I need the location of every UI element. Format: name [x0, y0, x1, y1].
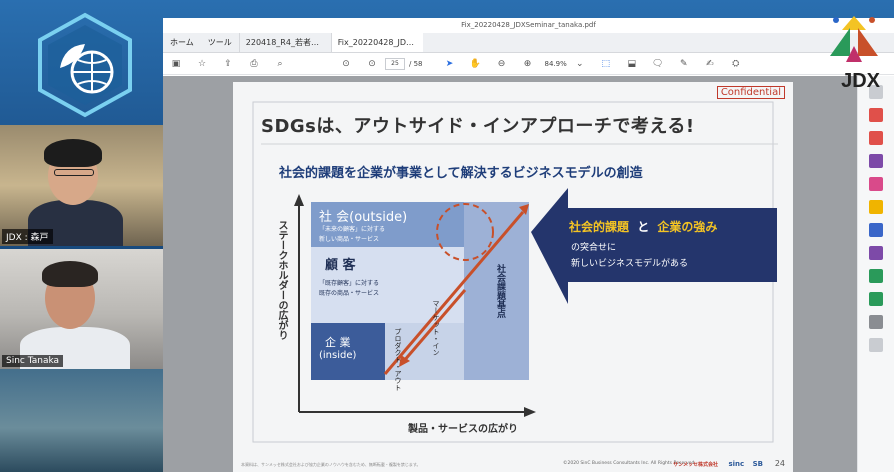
outside-desc-2: 新しい商品・サービス [319, 236, 380, 243]
organize-pages-icon[interactable] [869, 154, 883, 168]
zoom-out-icon[interactable]: ⊖ [495, 59, 509, 69]
jdx-label: JDX [841, 70, 880, 92]
sunmesse-logo: サンメッセ株式会社 [673, 462, 719, 468]
zoom-level[interactable]: 84.9% [545, 60, 567, 68]
tab-label: 220418_R4_若者… [245, 38, 319, 47]
document-viewport[interactable]: Confidential SDGsは、アウトサイド・インアプローチで考える! 社… [163, 76, 857, 472]
sb-logo: SB [752, 460, 763, 468]
print-icon[interactable]: ⎙ [247, 59, 261, 69]
social-base-label: 社会課題基点 [495, 264, 505, 318]
sign-icon[interactable]: ✍ [703, 59, 717, 69]
market-in-label: マーケット・イン [432, 300, 440, 356]
edit-pdf-icon[interactable] [869, 177, 883, 191]
footer-note: 本資料は、サンメッセ株式会社および協力企業のノウハウを含むため、無断転載・複製を… [241, 462, 421, 467]
outside-label: 社 会(outside) [319, 210, 408, 225]
hand-icon[interactable]: ✋ [469, 59, 483, 69]
protect-icon[interactable] [869, 292, 883, 306]
participant-name-label: Sinc Tanaka [2, 355, 64, 367]
customer-label: 顧 客 [325, 258, 356, 273]
sinc-logo: sinc [728, 460, 745, 468]
inside-label-1: 企 業 [325, 336, 351, 349]
bookmark-star-icon[interactable]: ☆ [195, 59, 209, 69]
more-tools-icon[interactable] [869, 315, 883, 329]
fill-sign-icon[interactable] [869, 246, 883, 260]
slide-page-number: 24 [774, 459, 785, 468]
page-down-icon[interactable]: ⊙ [365, 59, 379, 69]
arrow-text-line-1: 社会的課題 と 企業の強み [569, 218, 717, 235]
scroll-mode-icon[interactable]: ⬓ [625, 59, 639, 69]
page-total: / 58 [409, 59, 423, 68]
stamp-icon[interactable]: ⛭ [729, 59, 743, 69]
product-out-label: プロダクト・アウト [394, 328, 402, 391]
participant-name-label: JDX : 森戸 [2, 229, 53, 244]
comment-icon[interactable]: 🗨 [651, 59, 665, 69]
video-tile-sinc-tanaka[interactable]: Sinc Tanaka [0, 249, 163, 369]
outside-desc-1: 「未来の顧客」に対する [319, 226, 386, 233]
menu-home[interactable]: ホーム [163, 33, 201, 52]
y-axis-label: ステークホルダーの広がり [276, 220, 287, 340]
tab-document-2[interactable]: Fix_20220428_JD… × [330, 33, 423, 52]
tab-bar: ホーム ツール 220418_R4_若者… × Fix_20220428_JD…… [163, 33, 894, 53]
export-pdf-icon[interactable] [869, 108, 883, 122]
inside-label-2: (inside) [319, 350, 357, 361]
social-issue-text: 社会的課題 [569, 220, 630, 234]
slide-diagram [252, 101, 778, 443]
globe-leaf-hex-logo [38, 12, 132, 118]
arrow-text-line-3: 新しいビジネスモデルがある [571, 259, 689, 269]
page-number-input[interactable]: 25 [385, 57, 405, 70]
customer-desc-2: 既存の商品・サービス [319, 290, 380, 297]
tools-rail [857, 76, 894, 472]
company-strength-text: 企業の強み [657, 220, 718, 234]
pen-icon[interactable]: ✎ [677, 59, 691, 69]
combine-icon[interactable] [869, 223, 883, 237]
save-icon[interactable]: ▣ [169, 59, 183, 69]
comment-tool-icon[interactable] [869, 200, 883, 214]
video-tile-morito[interactable]: JDX : 森戸 [0, 125, 163, 246]
cursor-icon[interactable]: ➤ [443, 59, 457, 69]
jdx-emblem [830, 16, 878, 62]
collapse-rail-icon[interactable] [869, 338, 883, 352]
tab-label: Fix_20220428_JD… [337, 38, 414, 47]
window-title: Fix_20220428_JDXSeminar_tanaka.pdf [163, 18, 894, 33]
highway-image [0, 362, 165, 472]
toolbar: ▣ ☆ ⇪ ⎙ ⌕ ⊙ ⊙ 25 / 58 ➤ ✋ ⊖ ⊕ 84.9% ⌄ ⬚ … [163, 53, 894, 75]
chevron-down-icon[interactable]: ⌄ [573, 59, 587, 69]
pdf-page: Confidential SDGsは、アウトサイド・インアプローチで考える! 社… [233, 82, 793, 472]
slide-subtitle: 社会的課題を企業が事業として解決するビジネスモデルの創造 [279, 166, 643, 181]
menu-tools[interactable]: ツール [201, 33, 239, 52]
zoom-in-icon[interactable]: ⊕ [521, 59, 535, 69]
fit-page-icon[interactable]: ⬚ [599, 59, 613, 69]
arrow-text-line-2: の突合せに [571, 243, 617, 253]
upload-icon[interactable]: ⇪ [221, 59, 235, 69]
x-axis-label: 製品・サービスの広がり [408, 424, 518, 435]
footer-logos: サンメッセ株式会社 sinc SB [673, 460, 763, 468]
customer-desc-1: 「既存顧客」に対する [319, 280, 380, 287]
pdf-viewer-window: Fix_20220428_JDXSeminar_tanaka.pdf ホーム ツ… [163, 18, 894, 472]
and-text: と [637, 220, 650, 234]
send-icon[interactable] [869, 269, 883, 283]
zoom-search-icon[interactable]: ⌕ [273, 59, 287, 69]
page-up-icon[interactable]: ⊙ [339, 59, 353, 69]
tab-document-1[interactable]: 220418_R4_若者… × [238, 33, 331, 52]
create-pdf-icon[interactable] [869, 131, 883, 145]
